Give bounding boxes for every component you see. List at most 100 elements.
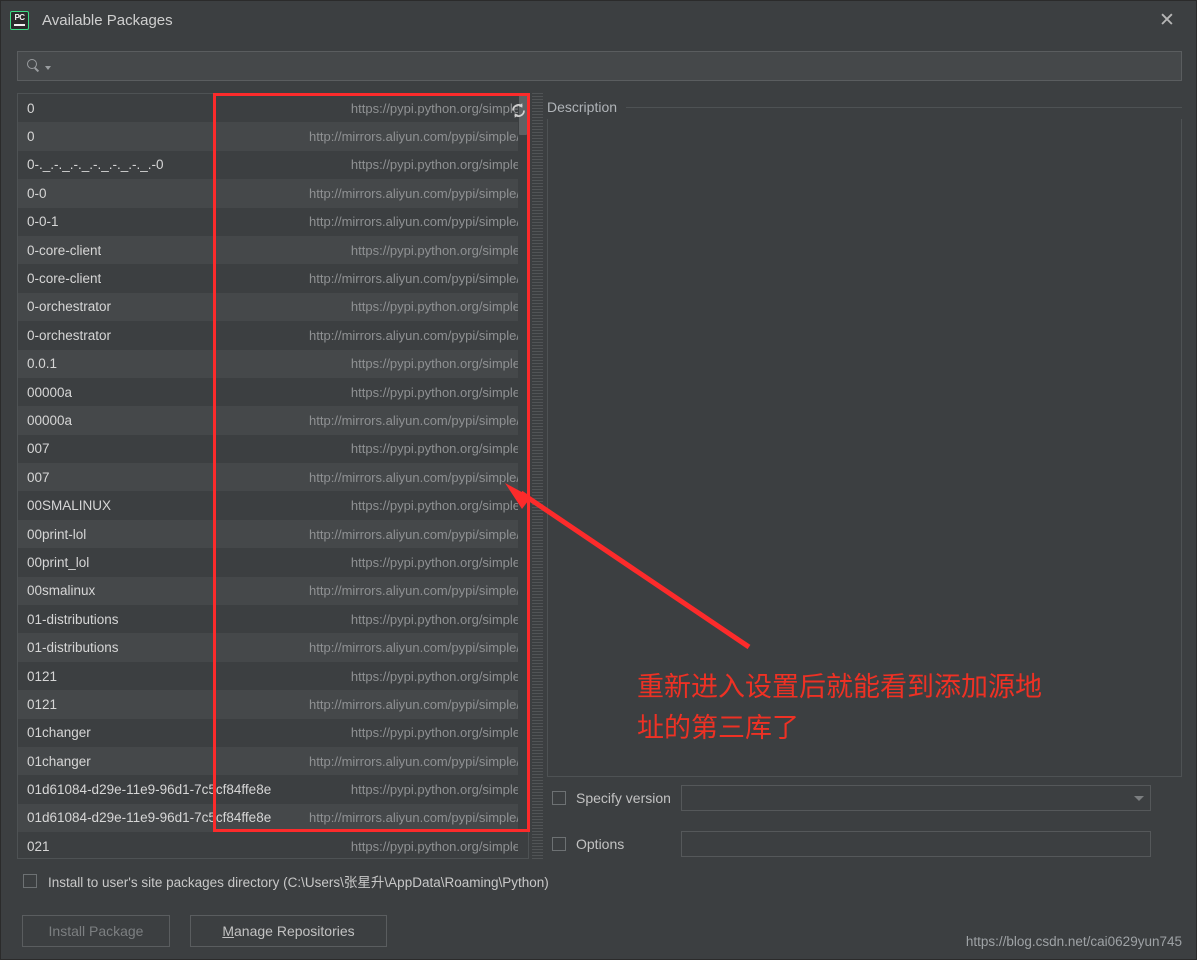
table-row[interactable]: 0-._.-._.-._.-._.-._.-._.-0 https://pypi.… [18,150,528,180]
table-row[interactable]: 0 https://pypi.python.org/simple [18,94,528,123]
manage-repositories-button[interactable]: Manage Repositories [190,915,387,947]
package-repository-cell: http://mirrors.aliyun.com/pypi/simple/ [309,696,520,712]
package-name-cell: 00SMALINUX [27,498,112,514]
chevron-down-icon[interactable] [45,66,51,70]
table-row[interactable]: 0-0-1 http://mirrors.aliyun.com/pypi/simp… [18,207,528,236]
pycharm-icon: PC [10,10,29,30]
package-name-cell: 0.0.1 [27,356,58,372]
table-row[interactable]: 007 https://pypi.python.org/simple [18,434,528,464]
close-icon[interactable]: ✕ [1144,3,1190,37]
options-checkbox[interactable] [552,837,566,851]
table-row[interactable]: 00000a https://pypi.python.org/simple [18,377,528,407]
table-row[interactable]: 0121 http://mirrors.aliyun.com/pypi/simpl… [18,690,528,719]
package-name-cell: 01changer [27,725,91,741]
package-list[interactable]: 0 https://pypi.python.org/simple 0 http://m… [18,94,528,858]
package-repository-cell: http://mirrors.aliyun.com/pypi/simple/ [309,129,520,145]
package-repository-cell: http://mirrors.aliyun.com/pypi/simple/ [309,271,520,287]
table-row[interactable]: 00print-lol http://mirrors.aliyun.com/pyp… [18,519,528,549]
package-repository-cell: http://mirrors.aliyun.com/pypi/simple/ [309,526,520,542]
options-field[interactable] [681,831,1151,857]
package-name-cell: 0-orchestrator [27,327,112,343]
table-row[interactable]: 00smalinux http://mirrors.aliyun.com/pypi… [18,576,528,606]
install-to-user-dir-label: Install to user's site packages director… [48,875,549,890]
package-name-cell: 01changer [27,753,91,769]
table-row[interactable]: 0 http://mirrors.aliyun.com/pypi/simple/ [18,122,528,151]
refresh-icon[interactable] [504,97,532,123]
package-name-cell: 0-orchestrator [27,299,112,315]
package-name-cell: 007 [27,441,50,457]
package-name-cell: 0-._.-._.-._.-._.-._.-._.-0 [27,157,164,173]
options-input[interactable] [688,835,1144,853]
panel-splitter[interactable] [532,93,543,859]
package-table[interactable]: 0 https://pypi.python.org/simple 0 http://m… [17,93,529,859]
package-name-cell: 00000a [27,384,73,400]
package-name-cell: 01-distributions [27,640,119,656]
specify-version-label: Specify version [576,790,671,806]
options-label: Options [576,836,625,852]
description-body [547,119,1182,777]
table-row[interactable]: 021 https://pypi.python.org/simple [18,832,528,858]
table-row[interactable]: 01d61084-d29e-11e9-96d1-7c5cf84ffe8e http… [18,775,528,804]
package-repository-cell: http://mirrors.aliyun.com/pypi/simple/ [309,753,520,769]
table-row[interactable]: 01changer https://pypi.python.org/simple [18,718,528,747]
package-name-cell: 01d61084-d29e-11e9-96d1-7c5cf84ffe8e [27,810,272,826]
table-row[interactable]: 0-core-client http://mirrors.aliyun.com/p… [18,264,528,293]
package-repository-cell: http://mirrors.aliyun.com/pypi/simple/ [309,640,520,656]
description-rule [626,106,1182,108]
package-repository-cell: http://mirrors.aliyun.com/pypi/simple/ [309,583,520,599]
package-repository-cell: https://pypi.python.org/simple [350,498,520,514]
window-title: Available Packages [42,11,173,29]
version-combobox[interactable] [681,785,1151,811]
package-list-scrollbar[interactable] [518,94,528,858]
description-group: Description [547,97,1182,777]
manage-repositories-mnemonic: M [222,923,235,939]
package-repository-cell: https://pypi.python.org/simple [350,299,520,315]
package-name-cell: 0-core-client [27,271,102,287]
package-repository-cell: https://pypi.python.org/simple [350,611,520,627]
pycharm-icon-bar [14,23,25,26]
package-repository-cell: https://pypi.python.org/simple [350,384,520,400]
table-row[interactable]: 00000a http://mirrors.aliyun.com/pypi/sim… [18,406,528,435]
search-input[interactable] [57,57,1181,75]
install-package-button[interactable]: Install Package [22,915,170,947]
install-to-user-dir-row[interactable]: Install to user's site packages director… [23,871,549,891]
options-row: Options [552,831,1151,857]
package-name-cell: 0-core-client [27,242,102,258]
package-repository-cell: https://pypi.python.org/simple [350,100,520,116]
version-input[interactable] [688,789,1128,807]
description-title: Description [547,99,618,115]
specify-version-checkbox[interactable] [552,791,566,805]
package-repository-cell: https://pypi.python.org/simple [350,554,520,570]
package-name-cell: 021 [27,838,50,854]
table-row[interactable]: 0-orchestrator https://pypi.python.org/si… [18,292,528,322]
package-name-cell: 00smalinux [27,583,96,599]
chevron-down-icon[interactable] [1134,795,1144,801]
package-repository-cell: https://pypi.python.org/simple [350,668,520,684]
package-repository-cell: http://mirrors.aliyun.com/pypi/simple/ [309,469,520,485]
package-name-cell: 007 [27,469,50,485]
package-repository-cell: http://mirrors.aliyun.com/pypi/simple/ [309,412,520,428]
table-row[interactable]: 01-distributions http://mirrors.aliyun.co… [18,633,528,662]
table-row[interactable]: 0-0 http://mirrors.aliyun.com/pypi/simple… [18,179,528,208]
search-box[interactable] [17,51,1182,81]
table-row[interactable]: 00SMALINUX https://pypi.python.org/simple [18,491,528,520]
specify-version-row: Specify version [552,785,1151,811]
package-repository-cell: https://pypi.python.org/simple [350,242,520,258]
install-to-user-dir-checkbox[interactable] [23,874,37,888]
table-row[interactable]: 0-orchestrator http://mirrors.aliyun.com/… [18,321,528,350]
table-row[interactable]: 0121 https://pypi.python.org/simple [18,661,528,691]
table-row[interactable]: 00print_lol https://pypi.python.org/simpl… [18,548,528,577]
manage-repositories-label: anage Repositories [234,923,355,939]
package-name-cell: 0-0 [27,185,47,201]
pycharm-icon-letters: PC [14,13,25,22]
table-row[interactable]: 01changer http://mirrors.aliyun.com/pypi/… [18,746,528,776]
table-row[interactable]: 0.0.1 https://pypi.python.org/simple [18,349,528,378]
table-row[interactable]: 0-core-client https://pypi.python.org/sim… [18,235,528,265]
package-name-cell: 01d61084-d29e-11e9-96d1-7c5cf84ffe8e [27,782,272,798]
package-repository-cell: https://pypi.python.org/simple [350,441,520,457]
package-name-cell: 00000a [27,412,73,428]
table-row[interactable]: 01d61084-d29e-11e9-96d1-7c5cf84ffe8e http… [18,803,528,833]
table-row[interactable]: 007 http://mirrors.aliyun.com/pypi/simple… [18,463,528,492]
package-repository-cell: https://pypi.python.org/simple [350,782,520,798]
table-row[interactable]: 01-distributions https://pypi.python.org/… [18,605,528,634]
